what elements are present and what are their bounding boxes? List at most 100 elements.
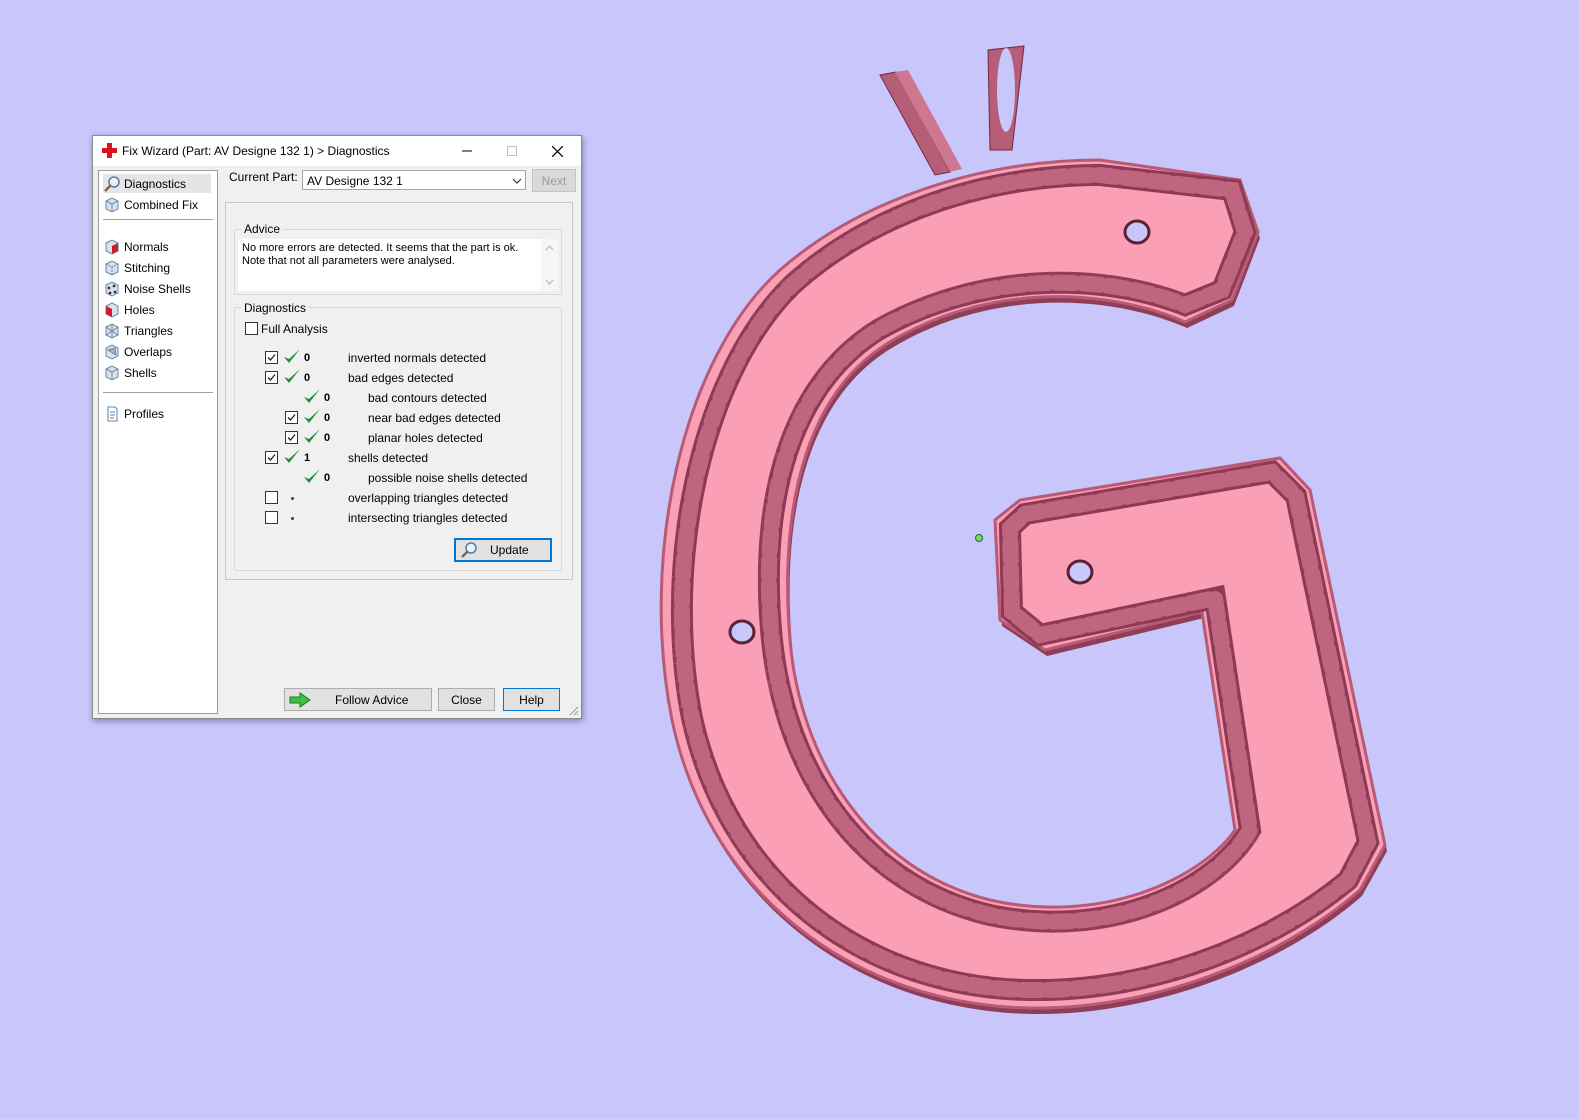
full-analysis-checkbox[interactable] (245, 322, 258, 335)
ok-check-icon (284, 349, 300, 363)
fix-wizard-dialog: Fix Wizard (Part: AV Designe 132 1) > Di… (92, 135, 582, 719)
noise-shells-icon (105, 280, 119, 297)
pending-status-dot (291, 517, 294, 520)
diagnostic-label: bad edges detected (348, 371, 454, 385)
normals-icon (105, 238, 119, 255)
sidebar-divider (103, 219, 213, 220)
diagnostic-count: 0 (324, 472, 331, 484)
scroll-up-icon (545, 245, 554, 251)
maximize-button[interactable] (490, 136, 534, 166)
sidebar-item-label: Triangles (124, 323, 173, 338)
diagnostic-checkbox-planar-holes[interactable] (285, 431, 298, 444)
red-cross-icon (102, 143, 117, 158)
help-button-label: Help (519, 692, 544, 707)
sidebar-item-label: Normals (124, 239, 169, 254)
advice-scrollbar[interactable] (541, 239, 558, 291)
resize-grip-icon[interactable] (569, 706, 579, 716)
sidebar-item-combined-fix[interactable]: Combined Fix (103, 195, 198, 214)
close-button[interactable]: Close (438, 688, 495, 711)
magnifier-icon (461, 542, 477, 558)
minimize-button[interactable] (445, 136, 489, 166)
sidebar-item-label: Noise Shells (124, 281, 191, 296)
advice-group-title: Advice (242, 222, 283, 236)
ok-check-icon (304, 429, 320, 443)
pending-status-dot (291, 497, 294, 500)
ok-check-icon (284, 449, 300, 463)
holes-icon (105, 301, 119, 318)
diagnostic-count: 0 (324, 412, 331, 424)
diagnostics-group-title: Diagnostics (242, 301, 309, 315)
diagnostic-count: 1 (304, 452, 311, 464)
diagnostic-label: intersecting triangles detected (348, 511, 508, 525)
mounting-hole (1066, 559, 1094, 585)
update-button[interactable]: Update (454, 538, 552, 562)
sidebar-item-triangles[interactable]: Triangles (103, 321, 173, 340)
sidebar-item-normals[interactable]: Normals (103, 237, 169, 256)
magnifier-icon (104, 175, 120, 192)
sidebar-item-label: Stitching (124, 260, 171, 275)
triangles-icon (105, 322, 119, 339)
sidebar-item-stitching[interactable]: Stitching (103, 258, 170, 277)
scroll-down-icon (545, 279, 554, 285)
sidebar-item-shells[interactable]: Shells (103, 363, 157, 382)
checkmark-icon (287, 434, 296, 441)
close-window-button[interactable] (535, 136, 579, 166)
close-icon (551, 145, 563, 157)
diagnostic-count: 0 (304, 372, 311, 384)
diagnostic-count: 0 (324, 432, 331, 444)
title-bar[interactable]: Fix Wizard (Part: AV Designe 132 1) > Di… (93, 136, 581, 166)
diagnostic-label: inverted normals detected (348, 351, 487, 365)
overlaps-icon (105, 343, 119, 360)
advice-text-line: No more errors are detected. It seems th… (242, 242, 519, 254)
diagnostic-checkbox-intersecting-triangles[interactable] (265, 511, 278, 524)
checkmark-icon (267, 374, 276, 381)
diagnostic-checkbox-near-bad-edges[interactable] (285, 411, 298, 424)
diagnostic-label: possible noise shells detected (368, 471, 528, 485)
diagnostic-label: planar holes detected (368, 431, 483, 445)
sidebar-item-label: Profiles (124, 406, 165, 421)
sidebar-item-label: Shells (124, 365, 157, 380)
diagnostic-label: shells detected (348, 451, 429, 465)
sidebar-item-label: Overlaps (124, 344, 173, 359)
follow-advice-label: Follow Advice (335, 692, 409, 707)
window-title: Fix Wizard (Part: AV Designe 132 1) > Di… (122, 144, 390, 158)
current-part-select[interactable]: AV Designe 132 1 (302, 170, 526, 190)
content-frame: Advice No more errors are detected. It s… (225, 202, 573, 580)
full-analysis-label: Full Analysis (261, 322, 328, 336)
current-part-value: AV Designe 132 1 (307, 174, 403, 188)
minimize-icon (462, 150, 472, 152)
diagnostic-checkbox-overlapping-triangles[interactable] (265, 491, 278, 504)
checkmark-icon (267, 454, 276, 461)
diagnostic-label: overlapping triangles detected (348, 491, 509, 505)
fix-category-sidebar: Diagnostics Combined Fix Normals Stitchi… (98, 170, 218, 714)
next-button[interactable]: Next (532, 169, 576, 192)
follow-advice-button[interactable]: Follow Advice (284, 688, 432, 711)
diagnostic-checkbox-shells[interactable] (265, 451, 278, 464)
stitching-icon (105, 259, 119, 276)
next-button-label: Next (541, 173, 567, 188)
diagnostic-label: near bad edges detected (368, 411, 501, 425)
diagnostic-checkbox-bad-edges[interactable] (265, 371, 278, 384)
letter-g-model (659, 45, 1387, 1015)
sidebar-item-profiles[interactable]: Profiles (103, 404, 164, 423)
sidebar-item-holes[interactable]: Holes (103, 300, 155, 319)
bail-left (879, 70, 962, 176)
diagnostic-count: 0 (324, 392, 331, 404)
advice-text-line: Note that not all parameters were analys… (242, 255, 455, 267)
sidebar-item-label: Diagnostics (124, 176, 187, 191)
rotation-pivot-marker[interactable] (975, 534, 983, 542)
chevron-down-icon (512, 178, 522, 184)
checkmark-icon (287, 414, 296, 421)
sidebar-item-noise-shells[interactable]: Noise Shells (103, 279, 191, 298)
sidebar-item-overlaps[interactable]: Overlaps (103, 342, 172, 361)
diagnostic-label: bad contours detected (368, 391, 487, 405)
document-icon (107, 406, 118, 421)
shells-icon (105, 364, 119, 381)
help-button[interactable]: Help (503, 688, 560, 711)
checkmark-icon (267, 354, 276, 361)
green-arrow-icon (289, 691, 311, 708)
ok-check-icon (284, 369, 300, 383)
sidebar-item-diagnostics[interactable]: Diagnostics (103, 174, 211, 193)
ok-check-icon (304, 409, 320, 423)
diagnostic-checkbox-inverted-normals[interactable] (265, 351, 278, 364)
